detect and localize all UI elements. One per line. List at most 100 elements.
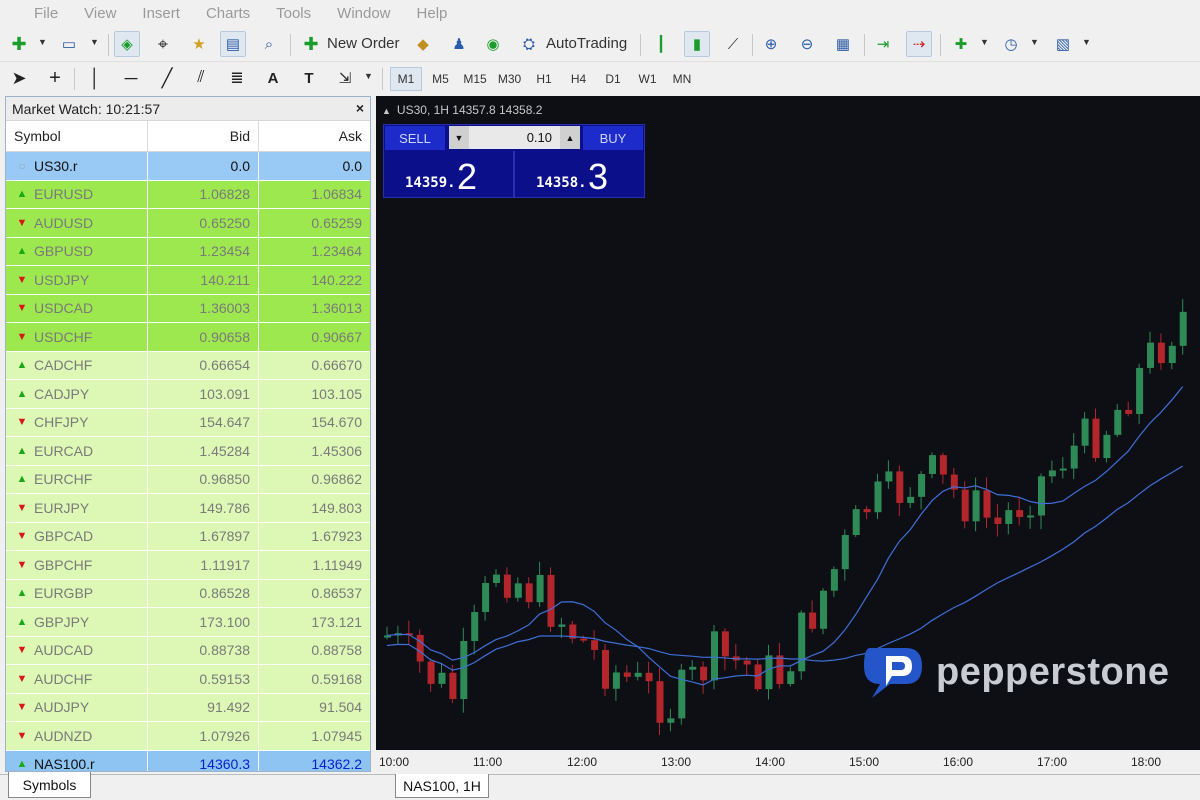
chevron-down-icon[interactable]: ▼ [449,126,469,149]
candle-body [896,471,904,503]
tab-symbols[interactable]: Symbols [8,772,91,798]
timeframe-m5[interactable]: M5 [425,67,457,91]
timeframe-m15[interactable]: M15 [459,67,491,91]
sell-button[interactable]: SELL [385,126,445,150]
table-row[interactable]: ▲ CADCHF 0.66654 0.66670 [6,351,370,380]
timeframe-m30[interactable]: M30 [494,67,526,91]
chevron-down-icon[interactable]: ▼ [38,37,47,47]
price-chart[interactable]: ▲ US30, 1H 14357.8 14358.2 SELL ▼ 0.10 ▲ … [376,96,1200,774]
column-header-bid[interactable]: Bid [148,121,259,151]
table-row[interactable]: ▼ USDJPY 140.211 140.222 [6,266,370,295]
equidistant-channel-icon[interactable]: ⫽ [188,65,214,91]
table-row[interactable]: ▲ CADJPY 103.091 103.105 [6,380,370,409]
experts-icon[interactable]: ♟ [446,31,472,57]
table-row[interactable]: ▼ AUDJPY 91.492 91.504 [6,693,370,722]
indicators-icon[interactable]: ✚ [948,31,974,57]
table-row[interactable]: ▼ GBPCAD 1.67897 1.67923 [6,522,370,551]
menu-item-tools[interactable]: Tools [263,0,324,28]
vertical-line-icon[interactable]: │ [82,65,108,91]
table-row[interactable]: ▼ EURJPY 149.786 149.803 [6,494,370,523]
table-row[interactable]: ▼ AUDCAD 0.88738 0.88758 [6,636,370,665]
menu-item-file[interactable]: File [0,0,71,28]
arrows-icon[interactable]: ⇲ [332,65,358,91]
new-chart-icon[interactable]: ✚ [6,31,32,57]
cursor-icon[interactable]: ➤ [6,65,32,91]
autotrading-icon[interactable]: ⛭ [516,31,542,57]
menu-item-view[interactable]: View [71,0,129,28]
periods-clock-icon[interactable]: ◷ [998,31,1024,57]
signals-icon[interactable]: ◉ [480,31,506,57]
timeframe-h4[interactable]: H4 [563,67,595,91]
meta-editor-icon[interactable]: ◆ [410,31,436,57]
tab-chart-nas100[interactable]: NAS100, 1H [395,774,489,798]
table-row[interactable]: ▲ GBPJPY 173.100 173.121 [6,608,370,637]
tile-windows-icon[interactable]: ▦ [830,31,856,57]
table-row[interactable]: ▲ EURUSD 1.06828 1.06834 [6,180,370,209]
market-watch-icon[interactable]: ◈ [114,31,140,57]
menu-item-help[interactable]: Help [404,0,461,28]
chevron-up-icon[interactable]: ▲ [560,126,580,149]
close-icon[interactable]: × [356,100,364,116]
table-row[interactable]: ▼ AUDCHF 0.59153 0.59168 [6,665,370,694]
menu-item-window[interactable]: Window [324,0,403,28]
table-row[interactable]: ▲ EURCAD 1.45284 1.45306 [6,437,370,466]
candle-body [1005,510,1013,524]
crosshair-target-icon[interactable]: ⌖ [150,31,176,57]
bar-chart-icon[interactable]: ┃ [648,31,674,57]
text-label-icon[interactable]: T [296,65,322,91]
zoom-out-icon[interactable]: ⊖ [794,31,820,57]
crosshair-icon[interactable]: + [42,65,68,91]
text-icon[interactable]: A [260,65,286,91]
chevron-down-icon[interactable]: ▼ [980,37,989,47]
table-row[interactable]: ▼ AUDUSD 0.65250 0.65259 [6,209,370,238]
buy-price[interactable]: 14358. 3 [516,153,644,197]
navigator-icon[interactable]: ★ [186,31,212,57]
zoom-in-icon[interactable]: ⊕ [758,31,784,57]
table-row[interactable]: ▼ CHFJPY 154.647 154.670 [6,408,370,437]
timeframe-d1[interactable]: D1 [597,67,629,91]
timeframe-w1[interactable]: W1 [632,67,664,91]
table-row[interactable]: ▲ EURCHF 0.96850 0.96862 [6,465,370,494]
trendline-icon[interactable]: ╱ [154,65,180,91]
table-row[interactable]: ○ US30.r 0.0 0.0 [6,152,370,181]
timeframe-h1[interactable]: H1 [528,67,560,91]
autotrading-button[interactable]: AutoTrading [546,35,627,52]
candle-body [907,496,915,503]
chevron-down-icon[interactable]: ▼ [364,71,373,81]
candlestick-icon[interactable]: ▮ [684,31,710,57]
table-row[interactable]: ▲ NAS100.r 14360.3 14362.2 [6,750,370,771]
horizontal-line-icon[interactable]: ─ [118,65,144,91]
profiles-icon[interactable]: ▭ [56,31,82,57]
candle-body [994,517,1002,524]
table-row[interactable]: ▼ AUDNZD 1.07926 1.07945 [6,722,370,751]
menu-item-charts[interactable]: Charts [193,0,263,28]
buy-button[interactable]: BUY [583,126,643,150]
pepperstone-mark-icon [864,648,922,698]
terminal-icon[interactable]: ▤ [220,31,246,57]
timeframe-mn[interactable]: MN [666,67,698,91]
column-header-symbol[interactable]: Symbol [6,121,148,151]
chevron-down-icon[interactable]: ▼ [1082,37,1091,47]
menu-item-insert[interactable]: Insert [129,0,193,28]
chevron-down-icon[interactable]: ▼ [1030,37,1039,47]
table-row[interactable]: ▲ EURGBP 0.86528 0.86537 [6,579,370,608]
strategy-tester-icon[interactable]: ⌕ [256,31,282,57]
auto-scroll-icon[interactable]: ⇢ [906,31,932,57]
new-order-button[interactable]: New Order [327,35,400,52]
collapse-triangle-icon[interactable]: ▲ [382,106,391,116]
lot-size-input[interactable]: ▼ 0.10 ▲ [449,126,580,149]
candle-body [885,471,893,482]
table-row[interactable]: ▼ GBPCHF 1.11917 1.11949 [6,551,370,580]
timeframe-m1[interactable]: M1 [390,67,422,91]
table-row[interactable]: ▼ USDCHF 0.90658 0.90667 [6,323,370,352]
table-row[interactable]: ▲ GBPUSD 1.23454 1.23464 [6,237,370,266]
column-header-ask[interactable]: Ask [259,121,370,151]
chevron-down-icon[interactable]: ▼ [90,37,99,47]
sell-price[interactable]: 14359. 2 [385,153,513,197]
fibonacci-icon[interactable]: ≣ [224,65,250,91]
templates-icon[interactable]: ▧ [1050,31,1076,57]
table-row[interactable]: ▼ USDCAD 1.36003 1.36013 [6,294,370,323]
new-order-icon[interactable]: ✚ [298,31,324,57]
line-chart-icon[interactable]: ⟋ [720,31,746,57]
chart-shift-icon[interactable]: ⇥ [870,31,896,57]
